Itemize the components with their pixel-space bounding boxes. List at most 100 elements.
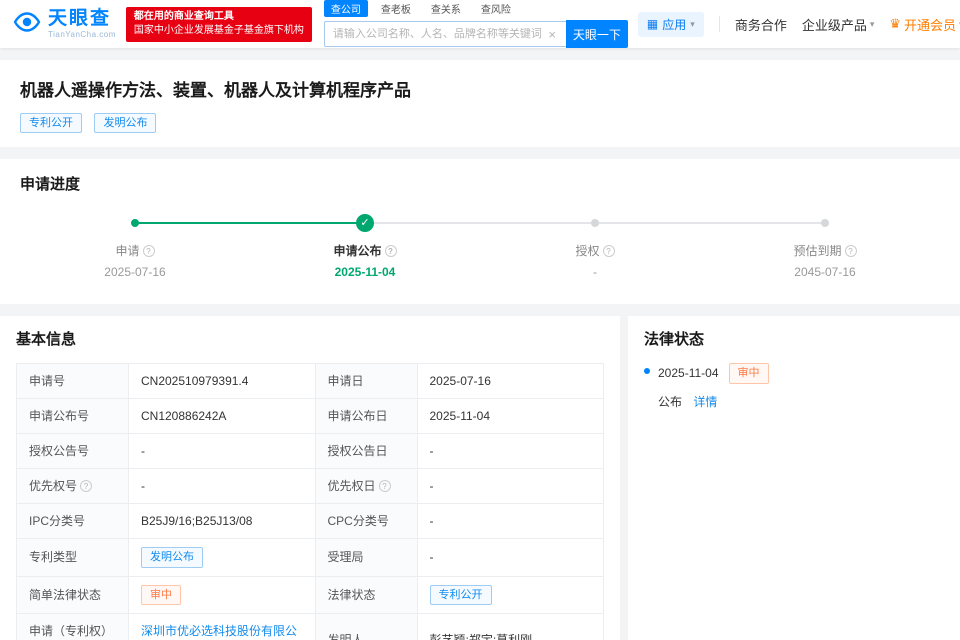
field-label: 授权公告号 — [16, 433, 129, 470]
table-row: 申请（专利权）人 深圳市优必选科技股份有限公司 发明人 彭艺颖;郑宇;葛利刚 — [16, 612, 604, 640]
legal-status-action: 公布 — [658, 394, 683, 409]
field-label: 申请日 — [314, 363, 418, 400]
field-label: 申请公布号 — [16, 398, 129, 435]
field-value: - — [416, 538, 604, 577]
field-value: B25J9/16;B25J13/08 — [128, 503, 316, 540]
patent-tag-type: 发明公布 — [94, 113, 157, 134]
field-value: 发明公布 — [128, 538, 316, 577]
promo-line1: 都在用的商业查询工具 — [133, 10, 234, 22]
divider — [718, 16, 720, 32]
field-value: - — [416, 468, 604, 505]
table-row: IPC分类号 B25J9/16;B25J13/08 CPC分类号 - — [16, 503, 604, 540]
field-value: - — [416, 433, 604, 470]
basic-info-table: 申请号 CN202510979391.4 申请日 2025-07-16 申请公布… — [16, 363, 604, 640]
clear-icon[interactable]: × — [546, 27, 558, 42]
basic-info-heading: 基本信息 — [16, 331, 77, 349]
field-label: 发明人 — [314, 612, 418, 640]
field-value: 彭艺颖;郑宇;葛利刚 — [416, 612, 604, 640]
table-row: 简单法律状态 审中 法律状态 专利公开 — [16, 575, 604, 614]
field-value: 2025-11-04 — [416, 398, 604, 435]
field-value: - — [128, 468, 316, 505]
patent-tag-public: 专利公开 — [20, 113, 82, 134]
table-row: 申请号 CN202510979391.4 申请日 2025-07-16 — [16, 363, 604, 400]
tab-risk[interactable]: 查风险 — [474, 0, 518, 17]
tab-boss[interactable]: 查老板 — [374, 0, 418, 17]
application-progress-card: 申请进度 申请? 2025-07-16 ✓ 申请公布? 2025-11-04 授… — [0, 159, 960, 305]
apps-button[interactable]: ▦ 应用 ▾ — [637, 11, 704, 37]
field-label: 申请（专利权）人 — [16, 612, 129, 640]
logo-text-cn: 天眼查 — [48, 8, 112, 29]
tab-relation[interactable]: 查关系 — [424, 0, 468, 17]
help-icon[interactable]: ? — [384, 245, 397, 258]
field-label: 优先权号? — [16, 468, 129, 505]
crown-icon: ♛ — [889, 16, 902, 31]
help-icon[interactable]: ? — [602, 245, 615, 258]
search-box: × — [323, 21, 566, 47]
help-icon[interactable]: ? — [844, 245, 857, 258]
field-value: CN202510979391.4 — [128, 363, 316, 400]
grid-icon: ▦ — [646, 17, 659, 31]
help-icon[interactable]: ? — [142, 245, 155, 258]
step-date: 2045-07-16 — [794, 265, 856, 280]
search-tabs: 查公司 查老板 查关系 查风险 — [323, 0, 628, 17]
chevron-down-icon: ▾ — [869, 18, 875, 29]
help-icon[interactable]: ? — [378, 480, 391, 493]
details-link[interactable]: 详情 — [693, 395, 717, 409]
step-dot-done — [131, 219, 139, 228]
field-label: 申请公布日 — [314, 398, 418, 435]
tab-company[interactable]: 查公司 — [323, 0, 368, 17]
step-date: 2025-07-16 — [104, 265, 166, 280]
legal-status-tag: 专利公开 — [429, 584, 492, 605]
nav-vip[interactable]: ♛ 开通会员 ▾ — [889, 15, 960, 34]
field-label: 优先权日? — [314, 468, 418, 505]
field-label: 申请号 — [16, 363, 129, 400]
table-row: 专利类型 发明公布 受理局 - — [16, 538, 604, 577]
progress-step-apply: 申请? 2025-07-16 — [20, 214, 250, 279]
field-label: IPC分类号 — [16, 503, 129, 540]
field-label: 专利类型 — [16, 538, 129, 577]
promo-line2: 国家中小企业发展基金子基金旗下机构 — [133, 25, 304, 36]
progress-step-grant: 授权? - — [480, 214, 710, 279]
step-date: 2025-11-04 — [334, 265, 396, 280]
status-badge: 审中 — [141, 584, 181, 605]
field-value: 2025-07-16 — [416, 363, 604, 400]
field-label: CPC分类号 — [314, 503, 418, 540]
search-input[interactable] — [332, 28, 547, 40]
help-icon[interactable]: ? — [80, 480, 93, 493]
table-row: 授权公告号 - 授权公告日 - — [16, 433, 604, 470]
top-bar: 天眼查 TianYanCha.com 都在用的商业查询工具 国家中小企业发展基金… — [0, 0, 960, 48]
field-label: 受理局 — [314, 538, 418, 577]
field-value: - — [128, 433, 316, 470]
table-row: 优先权号? - 优先权日? - — [16, 468, 604, 505]
chevron-down-icon: ▾ — [690, 18, 695, 29]
table-row: 申请公布号 CN120886242A 申请公布日 2025-11-04 — [16, 398, 604, 435]
field-value: 审中 — [128, 575, 316, 614]
patent-type-tag: 发明公布 — [141, 547, 203, 568]
field-value: - — [416, 503, 604, 540]
legal-status-card: 法律状态 2025-11-04 审中 公布 详情 — [628, 316, 960, 640]
nav-enterprise[interactable]: 企业级产品 ▾ — [802, 15, 875, 34]
promo-badge: 都在用的商业查询工具 国家中小企业发展基金子基金旗下机构 — [125, 6, 312, 42]
field-value: CN120886242A — [128, 398, 316, 435]
timeline-dot-icon — [644, 368, 650, 375]
progress-timeline: 申请? 2025-07-16 ✓ 申请公布? 2025-11-04 授权? - … — [20, 214, 940, 286]
applicant-link[interactable]: 深圳市优必选科技股份有限公司 — [141, 624, 297, 640]
field-label: 授权公告日 — [314, 433, 418, 470]
legal-status-date: 2025-11-04 — [658, 366, 719, 381]
status-badge: 审中 — [728, 363, 769, 384]
logo-text-en: TianYanCha.com — [48, 30, 116, 39]
progress-step-publication: ✓ 申请公布? 2025-11-04 — [250, 214, 480, 279]
tianyancha-logo[interactable]: 天眼查 TianYanCha.com — [12, 7, 116, 42]
field-label: 法律状态 — [314, 575, 418, 614]
top-nav: ▦ 应用 ▾ 商务合作 企业级产品 ▾ ♛ 开通会员 ▾ 超级风... ▾ — [637, 11, 960, 37]
step-date: - — [593, 265, 597, 280]
patent-title-card: 机器人遥操作方法、装置、机器人及计算机程序产品 专利公开 发明公布 — [0, 60, 960, 148]
search-button[interactable]: 天眼一下 — [565, 20, 628, 48]
nav-cooperation[interactable]: 商务合作 — [735, 15, 787, 34]
basic-info-card: 基本信息 申请号 CN202510979391.4 申请日 2025-07-16… — [0, 316, 620, 640]
search-area: 查公司 查老板 查关系 查风险 × 天眼一下 — [323, 0, 628, 48]
progress-step-expiry: 预估到期? 2045-07-16 — [710, 214, 940, 279]
legal-status-heading: 法律状态 — [644, 331, 705, 349]
field-label: 简单法律状态 — [16, 575, 129, 614]
field-value: 专利公开 — [416, 575, 604, 614]
